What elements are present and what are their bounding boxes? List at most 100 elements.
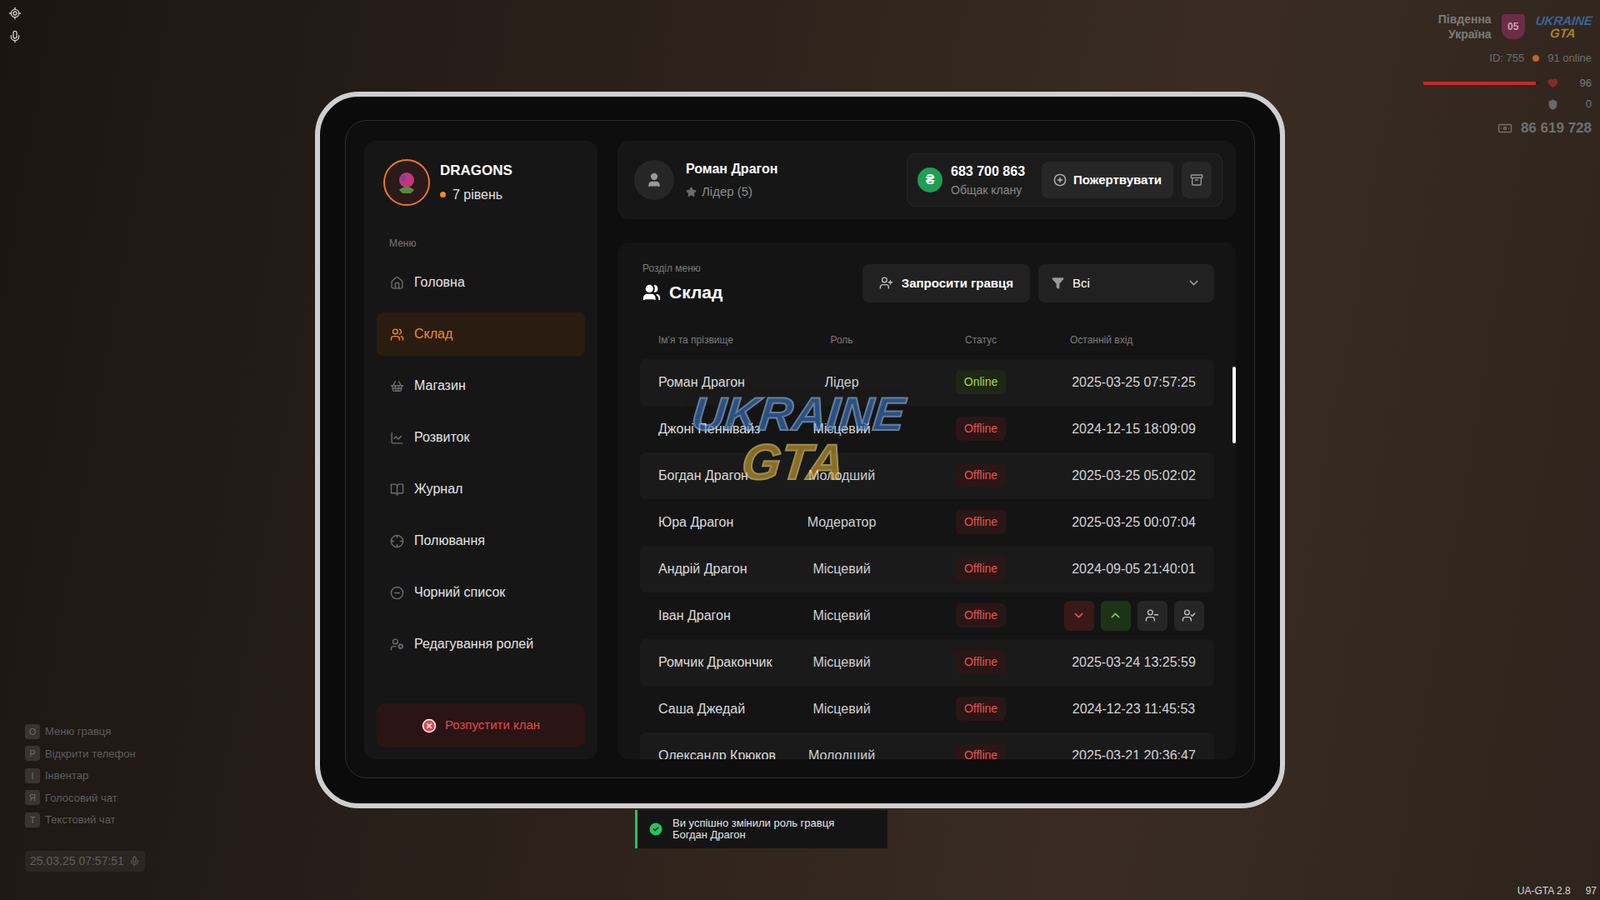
sidebar-item-label: Магазин	[414, 375, 466, 396]
member-role: Місцевий	[783, 419, 900, 440]
assign-button[interactable]	[1174, 600, 1205, 631]
member-name: Іван Драгон	[658, 608, 784, 624]
table-row[interactable]: Роман ДрагонЛідерOnline2025-03-25 07:57:…	[640, 359, 1215, 406]
table-row[interactable]: Саша ДжедайМісцевийOffline2024-12-23 11:…	[640, 685, 1215, 733]
section-caption: Розділ меню	[642, 260, 723, 276]
table-row[interactable]: Андрій ДрагонМісцевийOffline2024-09-05 2…	[640, 545, 1215, 593]
sidebar-item[interactable]: Головна	[376, 260, 585, 305]
tablet-screen: DRAGONS7 рівень Меню Головна Склад Магазин Ро…	[345, 120, 1255, 779]
member-name: Олександр Крюков	[658, 748, 784, 760]
clan-header: DRAGONS7 рівень	[376, 159, 585, 206]
currency-badge: ₴	[917, 167, 943, 193]
user-minus-icon	[1145, 608, 1160, 623]
health-value: 96	[1565, 75, 1592, 92]
status-badge: Offline	[955, 556, 1006, 581]
user-avatar	[634, 160, 675, 200]
armor: 0	[1547, 95, 1592, 113]
table-row[interactable]: Богдан ДрагонМолодшийOffline2025-03-25 0…	[640, 452, 1215, 500]
sidebar-item-label: Полювання	[414, 530, 485, 551]
table-row[interactable]: Юра ДрагонМодераторOffline2025-03-25 00:…	[640, 499, 1215, 546]
member-name: Джоні Пеннівайз	[658, 421, 784, 437]
section-heading: Склад	[642, 279, 723, 306]
clan-avatar	[383, 159, 430, 206]
fps: 97	[1585, 883, 1597, 899]
menu-icon	[390, 637, 405, 652]
hint-label: Голосовий чат	[45, 790, 118, 807]
last-login: 2025-03-25 07:57:25	[1061, 372, 1206, 393]
scrollbar-thumb[interactable]	[1232, 366, 1236, 444]
main: Роман ДрагонЛідер (5)₴683 700 863Общак к…	[617, 140, 1236, 760]
sidebar-item[interactable]: Склад	[376, 312, 585, 356]
sidebar-item[interactable]: Полювання	[376, 519, 585, 563]
menu-icon	[390, 482, 405, 497]
logo-bottom: GTA	[739, 437, 847, 488]
table-row[interactable]: Ромчик ДракончикМісцевийOffline2025-03-2…	[640, 639, 1215, 686]
logo-top: UKRAINE	[1535, 14, 1594, 27]
table-row[interactable]: Олександр КрюковМолодшийOffline2025-03-2…	[640, 732, 1215, 760]
sidebar-item[interactable]: Редагування ролей	[376, 622, 585, 666]
bank-amount: 683 700 863	[950, 161, 1025, 182]
table-row[interactable]: Іван ДрагонМісцевийOffline	[640, 592, 1215, 640]
sidebar-item[interactable]: Чорний список	[376, 570, 585, 615]
money: 86 619 728	[1497, 117, 1592, 140]
column-header: Статус	[900, 332, 1062, 348]
hint-key: Я	[25, 790, 40, 805]
tablet-wrap: DRAGONS7 рівень Меню Головна Склад Магазин Ро…	[0, 0, 1600, 900]
chevron-down-icon	[1071, 608, 1086, 623]
sidebar-item[interactable]: Розвиток	[376, 415, 585, 460]
disband-label: Розпустити клан	[445, 715, 540, 735]
last-login: 2025-03-21 20:36:47	[1061, 745, 1206, 760]
filter-dropdown[interactable]: Всі	[1038, 264, 1215, 303]
region-line: Південна	[1438, 11, 1492, 27]
member-name: Роман Драгон	[658, 375, 784, 390]
hint-key: O	[25, 724, 40, 740]
demote-button[interactable]	[1064, 600, 1095, 631]
kick-button[interactable]	[1137, 600, 1168, 631]
menu-icon	[390, 327, 405, 342]
table-body: Роман ДрагонЛідерOnline2025-03-25 07:57:…	[617, 359, 1236, 760]
filter-icon	[1051, 276, 1065, 290]
dragon-icon	[392, 168, 421, 197]
menu-icon	[390, 379, 405, 394]
sidebar-item[interactable]: Магазин	[376, 364, 585, 408]
heart-icon	[1547, 77, 1559, 89]
donate-label: Пожертвувати	[1073, 170, 1162, 190]
scrollbar[interactable]	[1232, 359, 1236, 760]
invite-button[interactable]: Запросити гравця	[862, 264, 1030, 303]
chevron-down-icon	[1186, 275, 1201, 290]
sidebar-item-label: Розвиток	[414, 427, 470, 448]
status-badge: Online	[955, 370, 1006, 395]
archive-button[interactable]	[1181, 161, 1212, 199]
user-info: Роман ДрагонЛідер (5)	[634, 159, 778, 202]
last-login: 2024-09-05 21:40:01	[1061, 559, 1206, 580]
row-actions	[1061, 600, 1206, 631]
toast: Ви успішно змінили роль гравця Богдан Др…	[635, 810, 888, 849]
last-login: 2024-12-15 18:09:09	[1061, 419, 1206, 440]
health-fill	[1423, 81, 1536, 85]
user-text: Роман ДрагонЛідер (5)	[685, 159, 778, 202]
server-info: ПівденнаУкраїна05UKRAINEGTA	[1438, 11, 1592, 42]
mic-icon	[8, 30, 22, 44]
table-rows: Роман ДрагонЛідерOnline2025-03-25 07:57:…	[640, 359, 1215, 760]
menu-label: Меню	[376, 235, 585, 251]
last-login: 2024-12-23 11:45:53	[1061, 699, 1206, 720]
menu-icon	[390, 275, 405, 290]
status-cell: Offline	[900, 463, 1062, 488]
member-role: Молодший	[783, 745, 900, 760]
mic-icon	[129, 855, 140, 867]
version: UA-GTA 2.897	[1517, 883, 1597, 899]
hint: PВідкрити телефон	[25, 745, 145, 763]
member-role: Місцевий	[783, 605, 900, 626]
sidebar-item[interactable]: Журнал	[376, 467, 585, 511]
donate-button[interactable]: Пожертвувати	[1041, 161, 1174, 199]
status-cell: Offline	[900, 603, 1062, 628]
toast-message: Ви успішно змінили роль гравця Богдан Др…	[672, 817, 852, 842]
menu-icon	[390, 534, 405, 549]
user-plus-icon	[879, 275, 894, 290]
table-row[interactable]: Джоні ПеннівайзМісцевийOffline2024-12-15…	[640, 405, 1215, 453]
plus-circle-icon	[1053, 173, 1067, 187]
promote-button[interactable]	[1100, 600, 1131, 631]
hint: Я Голосовий чат	[25, 790, 145, 807]
status-badge: Offline	[955, 463, 1006, 488]
disband-button[interactable]: Розпустити клан	[376, 703, 585, 748]
